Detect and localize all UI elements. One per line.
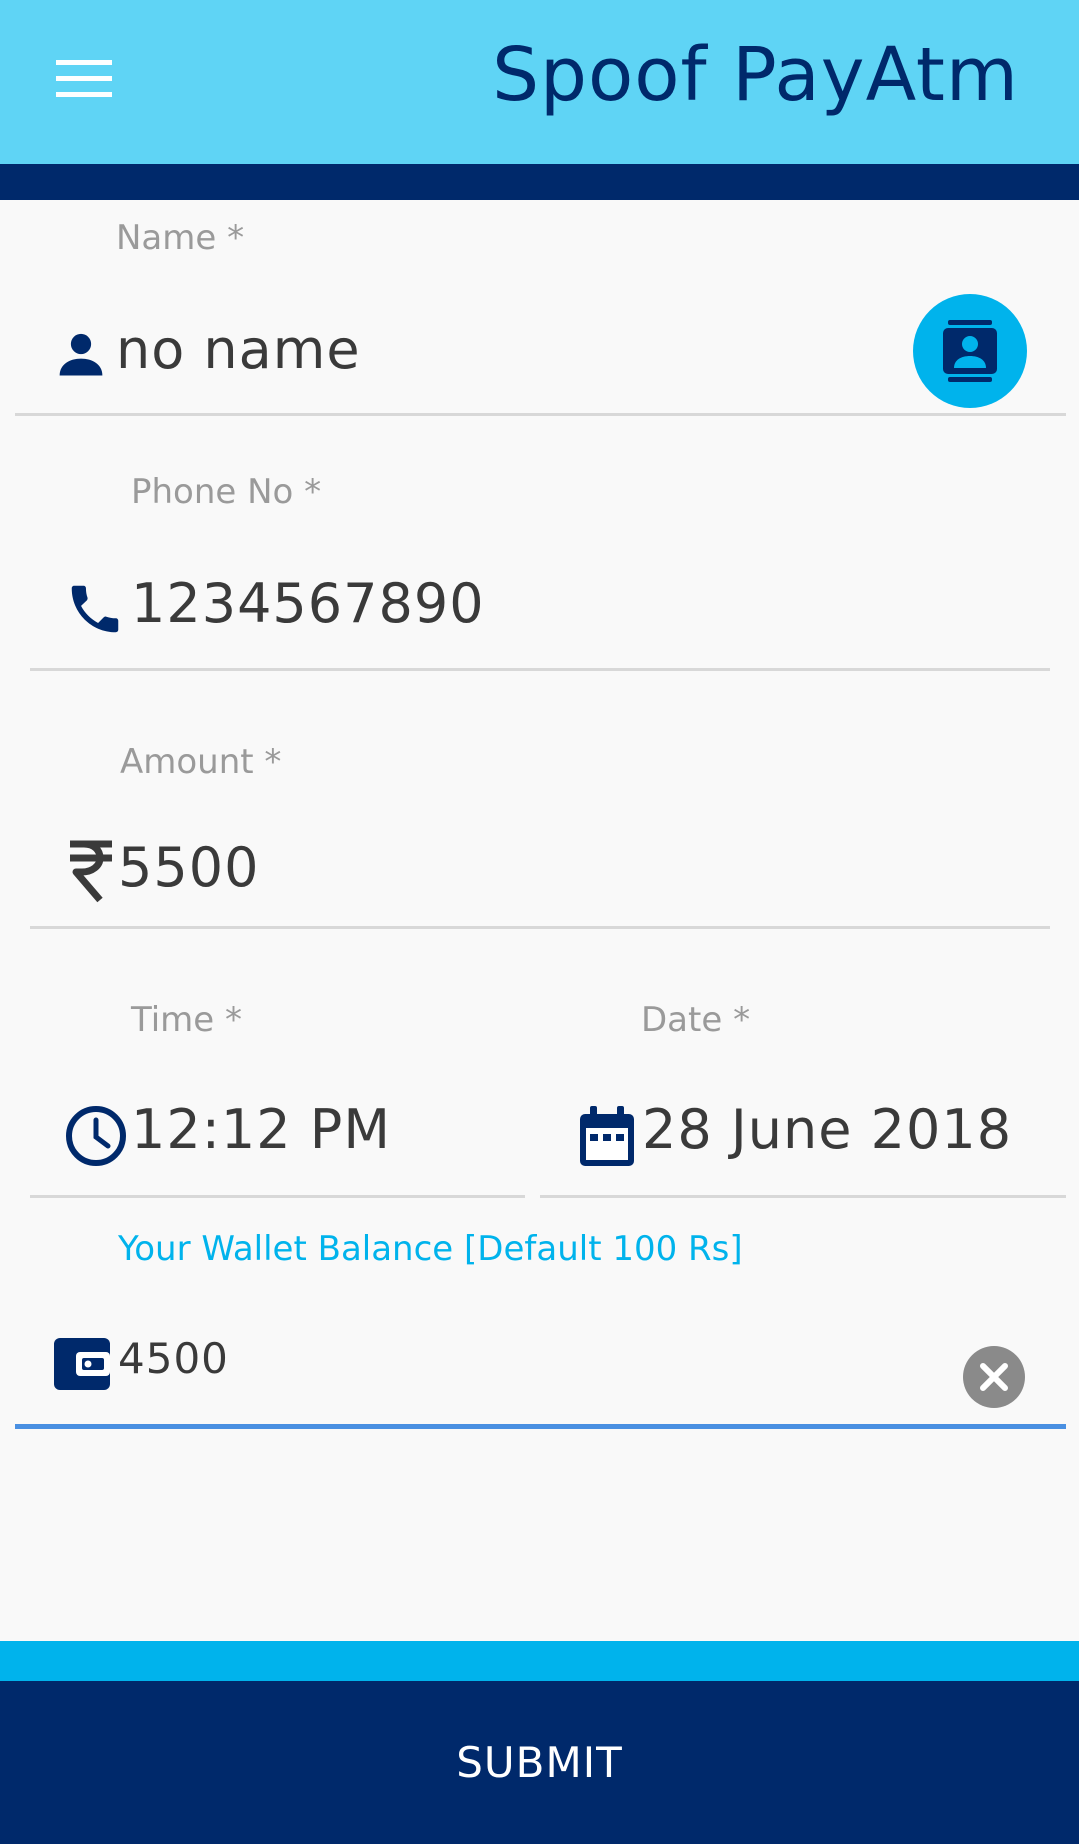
contact-picker-button[interactable] [913,294,1027,408]
bottom-accent-strip [0,1641,1079,1681]
wallet-balance-label: Your Wallet Balance [Default 100 Rs] [118,1229,743,1269]
name-input[interactable]: no name [116,318,361,381]
submit-label: SUBMIT [456,1738,623,1787]
phone-input[interactable]: 1234567890 [131,572,485,635]
app-title: Spoof PayAtm [492,32,1019,118]
date-input[interactable]: 28 June 2018 [642,1098,1012,1161]
clock-icon [64,1104,128,1168]
date-underline [540,1195,1066,1198]
rupee-icon [64,838,118,904]
submit-button[interactable]: SUBMIT [0,1681,1079,1844]
phone-label: Phone No * [131,472,322,512]
clear-icon [980,1363,1008,1391]
menu-button[interactable] [50,54,120,104]
time-label: Time * [131,1000,243,1040]
time-underline [30,1195,525,1198]
phone-icon [64,578,126,640]
menu-icon [56,60,112,65]
person-icon [54,326,108,380]
wallet-balance-input[interactable]: 4500 [118,1334,229,1383]
time-input[interactable]: 12:12 PM [131,1098,391,1161]
name-underline [15,413,1066,416]
name-label: Name * [116,218,245,258]
clear-wallet-button[interactable] [963,1346,1025,1408]
phone-underline [30,668,1050,671]
contact-book-icon [943,320,997,382]
amount-underline [30,926,1050,929]
amount-input[interactable]: 5500 [118,836,259,899]
wallet-icon [54,1336,110,1392]
amount-label: Amount * [120,742,282,782]
date-label: Date * [641,1000,751,1040]
wallet-focus-underline [15,1424,1066,1429]
calendar-icon [578,1104,636,1168]
header-accent-strip [0,164,1079,200]
